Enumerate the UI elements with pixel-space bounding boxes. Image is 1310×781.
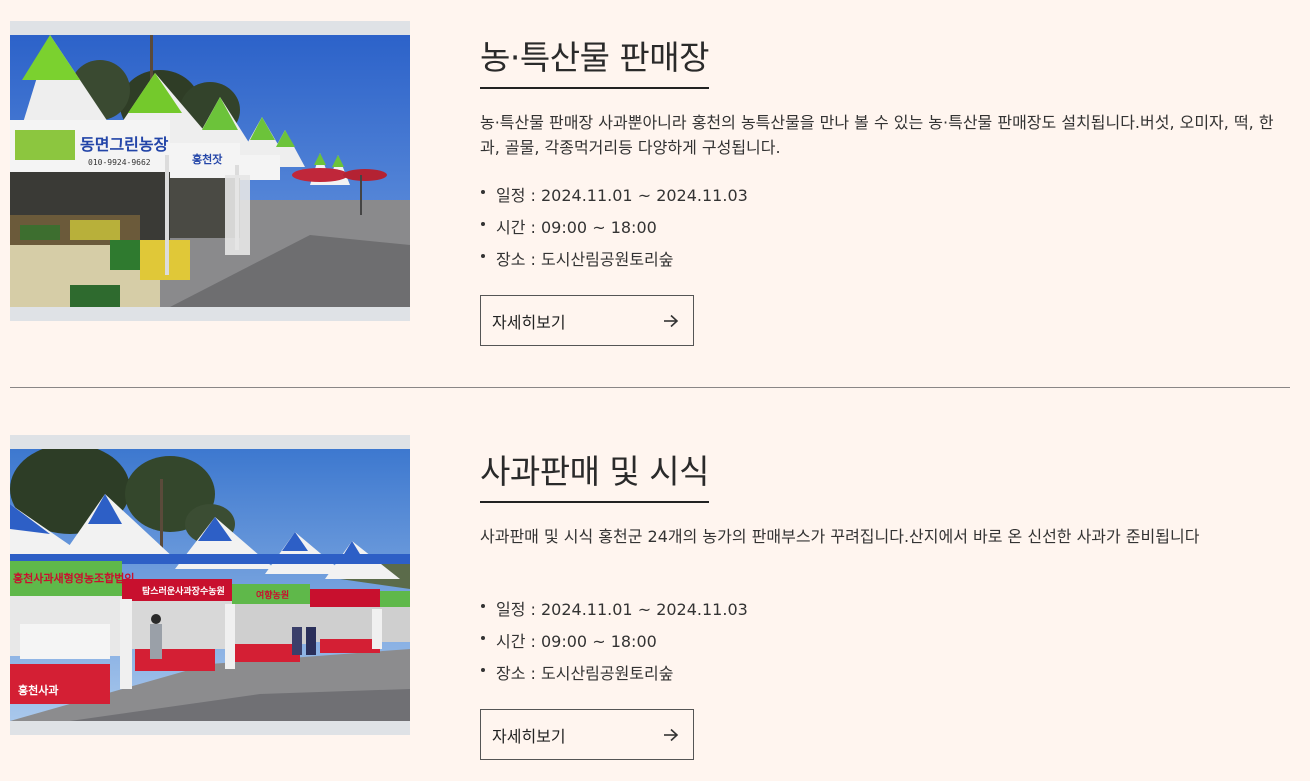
sign-text: 탐스러운사과장수농원 (142, 585, 225, 597)
event-photo-apple-sale[interactable]: 홍천사과새형영농조합법인 탐스러운사과장수농원 여향농원 홍천사과 (10, 449, 410, 721)
event-description: 사과판매 및 시식 홍천군 24개의 농가의 판매부스가 꾸려집니다.산지에서 … (480, 527, 1200, 546)
event-place: 장소 : 도시산림공원토리숲 (480, 244, 748, 276)
more-details-button[interactable]: 자세히보기 (480, 709, 694, 760)
sign-text: 동면그린농장 (80, 135, 169, 154)
event-card-apple-sale: 홍천사과새형영농조합법인 탐스러운사과장수농원 여향농원 홍천사과 사과판매 및… (0, 414, 1310, 774)
sign-text: 홍천잣 (192, 152, 222, 166)
more-details-button[interactable]: 자세히보기 (480, 295, 694, 346)
sign-text: 여향농원 (256, 589, 289, 601)
more-details-label: 자세히보기 (492, 312, 566, 332)
event-date: 일정 : 2024.11.01 ~ 2024.11.03 (480, 180, 748, 212)
event-time: 시간 : 09:00 ~ 18:00 (480, 212, 748, 244)
event-photo-farm-market[interactable]: 동면그린농장 010-9924-9662 홍천잣 (10, 35, 410, 307)
event-photo-frame: 홍천사과새형영농조합법인 탐스러운사과장수농원 여향농원 홍천사과 (10, 435, 410, 735)
sign-text: 홍천사과 (18, 683, 58, 697)
sign-text: 홍천사과새형영농조합법인 (13, 571, 134, 585)
event-photo-frame: 동면그린농장 010-9924-9662 홍천잣 (10, 21, 410, 321)
section-divider (10, 387, 1290, 388)
page: 동면그린농장 010-9924-9662 홍천잣 농·특산물 판매장 농·특산물… (0, 0, 1310, 781)
arrow-right-icon (664, 728, 679, 741)
event-title: 사과판매 및 시식 (480, 445, 710, 503)
more-details-label: 자세히보기 (492, 726, 566, 746)
event-description: 농·특산물 판매장 사과뿐아니라 홍천의 농특산물을 만나 볼 수 있는 농·특… (480, 113, 1274, 157)
event-info-list: 일정 : 2024.11.01 ~ 2024.11.03 시간 : 09:00 … (480, 180, 748, 276)
event-title: 농·특산물 판매장 (480, 31, 710, 89)
event-info-list: 일정 : 2024.11.01 ~ 2024.11.03 시간 : 09:00 … (480, 594, 748, 690)
event-card-farm-market: 동면그린농장 010-9924-9662 홍천잣 농·특산물 판매장 농·특산물… (0, 0, 1310, 360)
arrow-right-icon (664, 314, 679, 327)
event-date: 일정 : 2024.11.01 ~ 2024.11.03 (480, 594, 748, 626)
sign-phone: 010-9924-9662 (88, 158, 151, 167)
event-time: 시간 : 09:00 ~ 18:00 (480, 626, 748, 658)
event-place: 장소 : 도시산림공원토리숲 (480, 658, 748, 690)
